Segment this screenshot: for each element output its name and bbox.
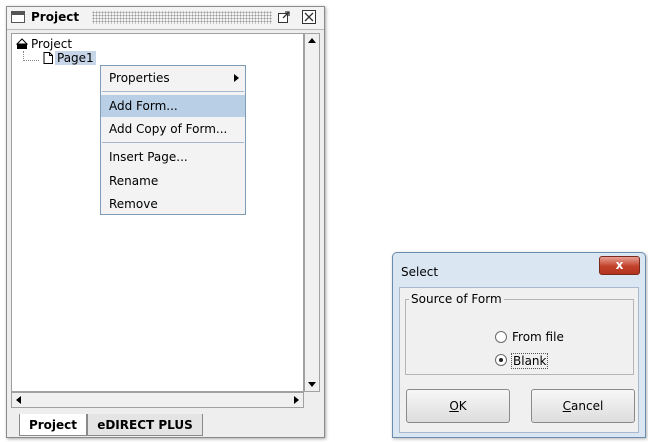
horizontal-scrollbar[interactable] [11, 392, 304, 408]
menu-separator [102, 91, 244, 92]
scroll-down-arrow-icon[interactable] [305, 377, 319, 391]
dialog-close-button[interactable]: x [599, 256, 640, 275]
source-of-form-group: Source of Form From file Blank [405, 292, 634, 375]
button-label-rest: K [458, 399, 467, 413]
cancel-button[interactable]: Cancel [531, 389, 635, 423]
scroll-right-arrow-icon[interactable] [289, 393, 303, 407]
close-icon[interactable] [302, 10, 316, 24]
menu-item-add-copy-of-form[interactable]: Add Copy of Form... [101, 118, 245, 140]
menu-item-properties[interactable]: Properties [101, 67, 245, 89]
project-panel-titlebar[interactable]: Project [7, 7, 324, 30]
menu-item-add-form[interactable]: Add Form... [101, 95, 245, 117]
menu-separator [102, 142, 244, 143]
menu-item-remove[interactable]: Remove [101, 193, 245, 215]
button-label-rest: ancel [571, 399, 604, 413]
radio-label: Blank [511, 353, 549, 369]
tree-connector [23, 60, 39, 61]
tree-node-label: Project [31, 37, 73, 51]
scroll-up-arrow-icon[interactable] [305, 34, 319, 48]
vertical-scrollbar[interactable] [304, 33, 320, 392]
drag-grip[interactable] [92, 11, 272, 24]
dialog-title: Select [401, 265, 439, 279]
menu-item-label: Properties [109, 71, 170, 85]
mnemonic-char: O [449, 399, 459, 413]
project-panel-title: Project [31, 10, 80, 24]
window-icon [11, 11, 25, 23]
group-label: Source of Form [409, 292, 504, 306]
submenu-arrow-icon [234, 74, 239, 82]
tab-edirect-plus[interactable]: eDIRECT PLUS [87, 414, 203, 436]
dialog-body: Source of Form From file Blank OK Cancel [399, 287, 639, 433]
menu-item-rename[interactable]: Rename [101, 170, 245, 192]
scroll-left-arrow-icon[interactable] [12, 393, 26, 407]
select-dialog: Select x Source of Form From file Blank … [392, 252, 646, 438]
tree-node-label: Page1 [55, 51, 96, 65]
float-window-icon[interactable] [277, 10, 291, 24]
tab-project[interactable]: Project [19, 414, 87, 436]
page-icon [43, 52, 53, 64]
radio-button-selected-icon[interactable] [495, 354, 507, 366]
radio-label: From file [512, 330, 564, 344]
radio-button-icon[interactable] [495, 331, 507, 343]
project-icon [16, 38, 28, 49]
context-menu: Properties Add Form... Add Copy of Form.… [100, 65, 246, 215]
ok-button[interactable]: OK [406, 389, 510, 423]
menu-item-insert-page[interactable]: Insert Page... [101, 146, 245, 168]
mnemonic-char: C [562, 399, 572, 413]
